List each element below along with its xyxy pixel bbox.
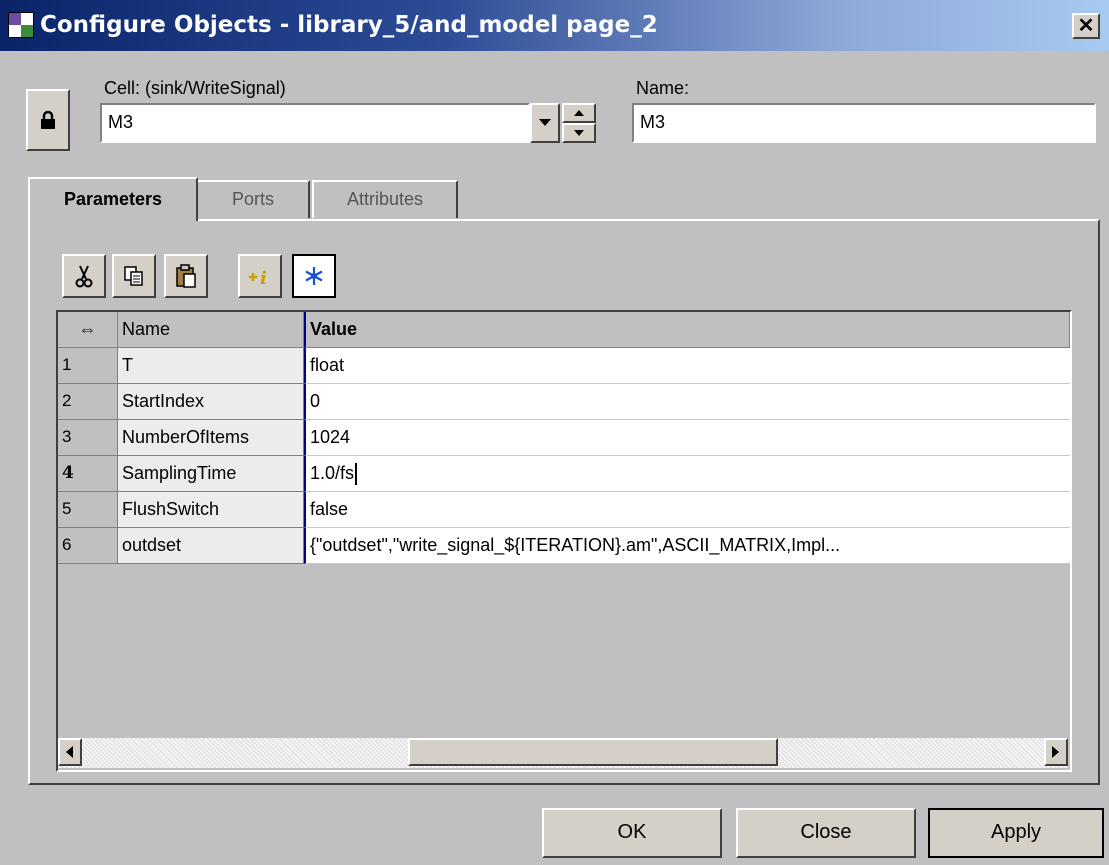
scroll-thumb[interactable] [408,738,778,766]
arrow-down-icon [574,130,584,136]
param-name-cell: NumberOfItems [118,420,304,456]
row-number[interactable]: 5 [58,492,118,528]
close-window-button[interactable]: ✕ [1072,13,1100,39]
tab-ports[interactable]: Ports [198,180,310,218]
tab-parameters[interactable]: Parameters [28,177,198,221]
cell-spin-down-button[interactable] [562,123,596,143]
param-value-cell-editing[interactable]: 1.0/fs [304,456,1070,492]
row-number[interactable]: 2 [58,384,118,420]
arrow-left-icon [66,746,73,758]
scroll-left-button[interactable] [58,738,82,766]
app-icon [8,12,34,38]
lock-button[interactable] [26,89,70,151]
param-name-cell: outdset [118,528,304,564]
param-name-cell: SamplingTime [118,456,304,492]
param-value-cell[interactable]: false [304,492,1070,528]
paste-icon [176,264,196,288]
paste-button[interactable] [164,254,208,298]
param-value-cell[interactable]: 1024 [304,420,1070,456]
param-name-cell: T [118,348,304,384]
row-number[interactable]: 3 [58,420,118,456]
param-name-cell: StartIndex [118,384,304,420]
cell-label: Cell: (sink/WriteSignal) [104,78,286,98]
tab-attributes[interactable]: Attributes [312,180,458,218]
cut-button[interactable] [62,254,106,298]
text-cursor [355,463,358,486]
copy-icon [124,266,143,286]
close-icon: ✕ [1077,15,1095,37]
row-number-active[interactable]: 4 [58,456,118,492]
name-label: Name: [636,78,690,98]
freeze-button[interactable] [292,254,336,298]
cell-spin-up-button[interactable] [562,103,596,123]
param-name-cell: FlushSwitch [118,492,304,528]
ok-button[interactable]: OK [542,808,722,858]
copy-button[interactable] [112,254,156,298]
scroll-right-button[interactable] [1044,738,1068,766]
row-number[interactable]: 1 [58,348,118,384]
scissors-icon [75,265,93,288]
param-value-text[interactable]: 1.0/fs [310,463,354,483]
param-value-cell[interactable]: float [304,348,1070,384]
apply-button[interactable]: Apply [928,808,1104,858]
name-input[interactable]: M3 [632,103,1096,143]
snowflake-icon [305,267,323,285]
horizontal-scrollbar[interactable] [58,738,1068,768]
add-info-icon: i [249,268,267,288]
add-info-button[interactable]: i [238,254,282,298]
column-header-name[interactable]: Name [118,312,304,348]
window-title: Configure Objects - library_5/and_model … [40,12,658,38]
param-value-cell[interactable]: 0 [304,384,1070,420]
svg-text:i: i [260,268,267,288]
resize-icon: ⇔ [78,319,97,339]
column-header-value[interactable]: Value [304,312,1070,348]
cell-combobox-input[interactable]: M3 [100,103,530,143]
cell-dropdown-button[interactable] [530,103,560,143]
lock-icon [41,110,55,129]
chevron-down-icon [539,119,551,126]
param-value-cell[interactable]: {"outdset","write_signal_${ITERATION}.am… [304,528,1070,564]
arrow-up-icon [574,110,584,116]
arrow-right-icon [1052,746,1059,758]
row-number[interactable]: 6 [58,528,118,564]
column-resize-corner[interactable]: ⇔ [58,312,118,348]
close-button[interactable]: Close [736,808,916,858]
parameters-table: ⇔ Name Value 1 T float 2 StartIndex 0 3 … [56,310,1072,772]
